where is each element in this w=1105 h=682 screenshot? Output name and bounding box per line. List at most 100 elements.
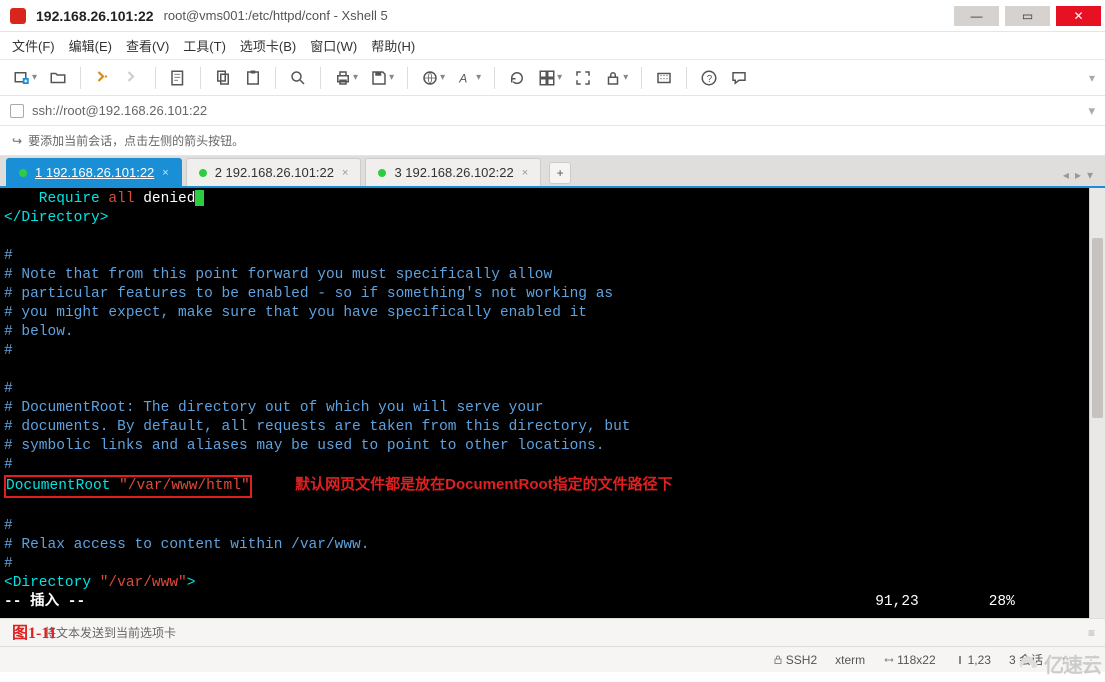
reconnect-button[interactable] — [91, 66, 115, 90]
copy-button[interactable] — [211, 66, 235, 90]
t-require: Require — [4, 191, 108, 207]
save-button[interactable]: ▾ — [367, 66, 397, 90]
tab-menu-icon[interactable]: ▾ — [1087, 168, 1093, 182]
cursor-icon — [195, 190, 204, 206]
status-size-label: 118x22 — [897, 653, 935, 667]
fullscreen-button[interactable] — [571, 66, 595, 90]
svg-text:A: A — [458, 71, 467, 85]
t-mode: -- 插入 -- — [4, 594, 85, 610]
svg-text:?: ? — [707, 73, 713, 84]
help-button[interactable]: ? — [697, 66, 721, 90]
properties-button[interactable] — [166, 66, 190, 90]
menu-edit[interactable]: 编辑(E) — [69, 36, 112, 55]
menu-help[interactable]: 帮助(H) — [371, 36, 415, 55]
titlebar: 192.168.26.101:22 root@vms001:/etc/httpd… — [0, 0, 1105, 32]
tab-1-close-icon[interactable]: × — [162, 167, 168, 179]
status-size: 118x22 — [883, 653, 935, 667]
t-c8: # DocumentRoot: The directory out of whi… — [4, 400, 544, 416]
hint-text: 要添加当前会话，点击左侧的箭头按钮。 — [28, 132, 244, 149]
status-dot-icon — [199, 169, 207, 177]
address-bar: ssh://root@192.168.26.101:22 ▾ — [0, 96, 1105, 126]
disconnect-button[interactable] — [121, 66, 145, 90]
tab-nav: ◂ ▸ ▾ — [1063, 168, 1099, 186]
close-button[interactable]: ✕ — [1056, 6, 1101, 26]
menu-view[interactable]: 查看(V) — [126, 36, 169, 55]
menu-tools[interactable]: 工具(T) — [183, 36, 226, 55]
t-c12: # — [4, 518, 13, 534]
t-diropen: <Directory — [4, 575, 100, 591]
t-dirclose: </Directory> — [4, 210, 108, 226]
menu-tabs[interactable]: 选项卡(B) — [240, 36, 296, 55]
keypad-button[interactable] — [652, 66, 676, 90]
address-text[interactable]: ssh://root@192.168.26.101:22 — [32, 103, 1080, 118]
terminal-scrollbar[interactable] — [1089, 188, 1105, 618]
tab-2[interactable]: 2 192.168.26.101:22 × — [186, 158, 362, 186]
tab-2-close-icon[interactable]: × — [342, 167, 348, 179]
menu-window[interactable]: 窗口(W) — [310, 36, 357, 55]
terminal[interactable]: Require all denied </Directory> # # Note… — [0, 188, 1089, 618]
open-button[interactable] — [46, 66, 70, 90]
app-icon — [10, 8, 26, 24]
status-term: xterm — [835, 653, 865, 667]
session-tabs: 1 192.168.26.101:22 × 2 192.168.26.101:2… — [0, 156, 1105, 188]
status-dot-icon — [378, 169, 386, 177]
t-drkey: DocumentRoot — [6, 478, 119, 494]
tab-add-button[interactable]: + — [549, 162, 571, 184]
tab-prev-icon[interactable]: ◂ — [1063, 168, 1069, 182]
t-c4: # you might expect, make sure that you h… — [4, 305, 587, 321]
t-dirval: "/var/www" — [100, 575, 187, 591]
t-c13: # Relax access to content within /var/ww… — [4, 537, 369, 553]
status-ssh: SSH2 — [772, 653, 817, 667]
t-c5: # below. — [4, 324, 74, 340]
send-hint[interactable]: 将文本发送到当前选项卡 — [44, 624, 176, 641]
t-c1: # — [4, 248, 13, 264]
figure-caption: 图1-11 — [12, 619, 56, 643]
lock-button[interactable]: ▾ — [601, 66, 631, 90]
tab-3-close-icon[interactable]: × — [522, 167, 528, 179]
toolbar: ▾ ▾ ▾ ▾ A▾ ▾ ▾ ? ▾ — [0, 60, 1105, 96]
status-cursor-label: 1,23 — [968, 653, 991, 667]
t-c2: # Note that from this point forward you … — [4, 267, 552, 283]
status-up-icon[interactable]: ↕ — [1061, 653, 1067, 667]
toolbar-overflow-icon[interactable]: ▾ — [1089, 71, 1095, 85]
minimize-button[interactable]: — — [954, 6, 999, 26]
scrollbar-thumb[interactable] — [1092, 238, 1103, 418]
layout-button[interactable]: ▾ — [535, 66, 565, 90]
t-c11: # — [4, 457, 13, 473]
status-dot-icon — [19, 169, 27, 177]
chat-button[interactable] — [727, 66, 751, 90]
status-cursor: 1,23 — [954, 653, 991, 667]
tab-1-label: 1 192.168.26.101:22 — [35, 165, 154, 180]
t-c6: # — [4, 343, 13, 359]
print-button[interactable]: ▾ — [331, 66, 361, 90]
add-session-icon[interactable]: ↪ — [12, 134, 22, 148]
maximize-button[interactable]: ▭ — [1005, 6, 1050, 26]
status-bar: SSH2 xterm 118x22 1,23 3 会话 ↕ ⋰ — [0, 646, 1105, 672]
window-controls: — ▭ ✕ — [954, 6, 1101, 26]
t-drval: "/var/www/html" — [119, 478, 250, 494]
annotation-text: 默认网页文件都是放在DocumentRoot指定的文件路径下 — [295, 476, 673, 493]
address-overflow-icon[interactable]: ▾ — [1088, 103, 1095, 119]
tab-next-icon[interactable]: ▸ — [1075, 168, 1081, 182]
tab-3-label: 3 192.168.26.102:22 — [394, 165, 513, 180]
title-path: root@vms001:/etc/httpd/conf - Xshell 5 — [164, 8, 388, 23]
refresh-button[interactable] — [505, 66, 529, 90]
addr-bookmark-icon[interactable] — [10, 104, 24, 118]
menubar: 文件(F) 编辑(E) 查看(V) 工具(T) 选项卡(B) 窗口(W) 帮助(… — [0, 32, 1105, 60]
hint-bar: ↪ 要添加当前会话，点击左侧的箭头按钮。 — [0, 126, 1105, 156]
new-session-button[interactable]: ▾ — [10, 66, 40, 90]
find-button[interactable] — [286, 66, 310, 90]
grip-icon: ≡ — [1088, 626, 1093, 640]
menu-file[interactable]: 文件(F) — [12, 36, 55, 55]
title-ip: 192.168.26.101:22 — [36, 8, 154, 24]
t-c14: # — [4, 556, 13, 572]
web-button[interactable]: ▾ — [418, 66, 448, 90]
terminal-area: Require all denied </Directory> # # Note… — [0, 188, 1105, 618]
t-all: all — [108, 191, 143, 207]
t-dirclose2: > — [187, 575, 196, 591]
t-c7: # — [4, 381, 13, 397]
tab-3[interactable]: 3 192.168.26.102:22 × — [365, 158, 541, 186]
font-button[interactable]: A▾ — [454, 66, 484, 90]
tab-1[interactable]: 1 192.168.26.101:22 × — [6, 158, 182, 186]
paste-button[interactable] — [241, 66, 265, 90]
